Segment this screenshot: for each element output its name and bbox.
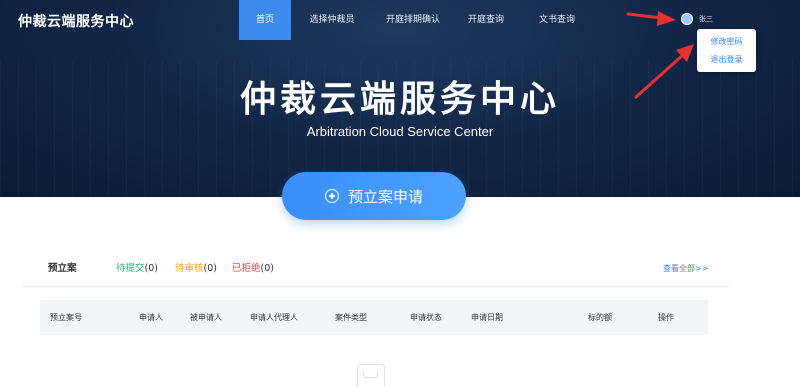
- tab-pending-review[interactable]: 待审核(0): [175, 262, 217, 276]
- hero-subtitle: Arbitration Cloud Service Center: [306, 124, 494, 139]
- column-header: 申请状态: [410, 313, 442, 322]
- column-header: 预立案号: [50, 313, 82, 322]
- empty-box-icon: [357, 364, 385, 387]
- user-name[interactable]: 张三: [699, 13, 713, 25]
- logout-item[interactable]: 退出登录: [697, 54, 756, 66]
- divider: [22, 286, 729, 287]
- column-header: 申请人: [139, 313, 163, 322]
- hero-title: 仲裁云端服务中心: [239, 79, 560, 120]
- case-table-header: 预立案号 申请人 被申请人 申请人代理人 案件类型 申请状态 申请日期 标的额 …: [40, 300, 708, 335]
- case-filter-bar: 预立案 待提交(0) 待审核(0) 已拒绝(0) 查看全部>>: [0, 262, 800, 276]
- top-navbar: 仲裁云端服务中心 首页 选择仲裁员 开庭排期确认 开庭查询 文书查询 张三: [0, 0, 800, 40]
- column-header: 被申请人: [190, 313, 222, 322]
- plus-circle-icon: [324, 189, 339, 203]
- nav-select-arbitrator[interactable]: 选择仲裁员: [300, 0, 364, 40]
- site-logo[interactable]: 仲裁云端服务中心: [18, 11, 134, 31]
- column-header: 申请人代理人: [250, 313, 298, 322]
- nav-hearing-query[interactable]: 开庭查询: [460, 0, 512, 40]
- view-all-link[interactable]: 查看全部>>: [663, 262, 708, 276]
- tab-count: (0): [203, 263, 217, 274]
- nav-document-query[interactable]: 文书查询: [531, 0, 583, 40]
- hero-banner: 仲裁云端服务中心 首页 选择仲裁员 开庭排期确认 开庭查询 文书查询 张三 仲裁…: [0, 0, 800, 197]
- nav-hearing-schedule-confirm[interactable]: 开庭排期确认: [373, 0, 453, 40]
- section-title: 预立案: [48, 263, 77, 274]
- user-avatar-icon[interactable]: [681, 13, 693, 25]
- apply-button-label: 预立案申请: [347, 187, 423, 206]
- tab-label: 已拒绝: [232, 263, 261, 274]
- tab-count: (0): [260, 263, 274, 274]
- tab-label: 待提交: [116, 263, 145, 274]
- column-header: 申请日期: [471, 313, 503, 322]
- tab-count: (0): [144, 263, 158, 274]
- pre-filing-apply-button[interactable]: 预立案申请: [282, 172, 466, 220]
- tab-rejected[interactable]: 已拒绝(0): [232, 262, 274, 276]
- column-header: 标的额: [588, 313, 612, 322]
- change-password-item[interactable]: 修改密码: [697, 36, 756, 48]
- nav-home[interactable]: 首页: [239, 0, 291, 40]
- column-header: 案件类型: [335, 313, 367, 322]
- tab-pending-submit[interactable]: 待提交(0): [116, 262, 158, 276]
- column-header: 操作: [658, 313, 674, 322]
- user-dropdown-menu: 修改密码 退出登录: [697, 29, 756, 72]
- tab-label: 待审核: [175, 263, 204, 274]
